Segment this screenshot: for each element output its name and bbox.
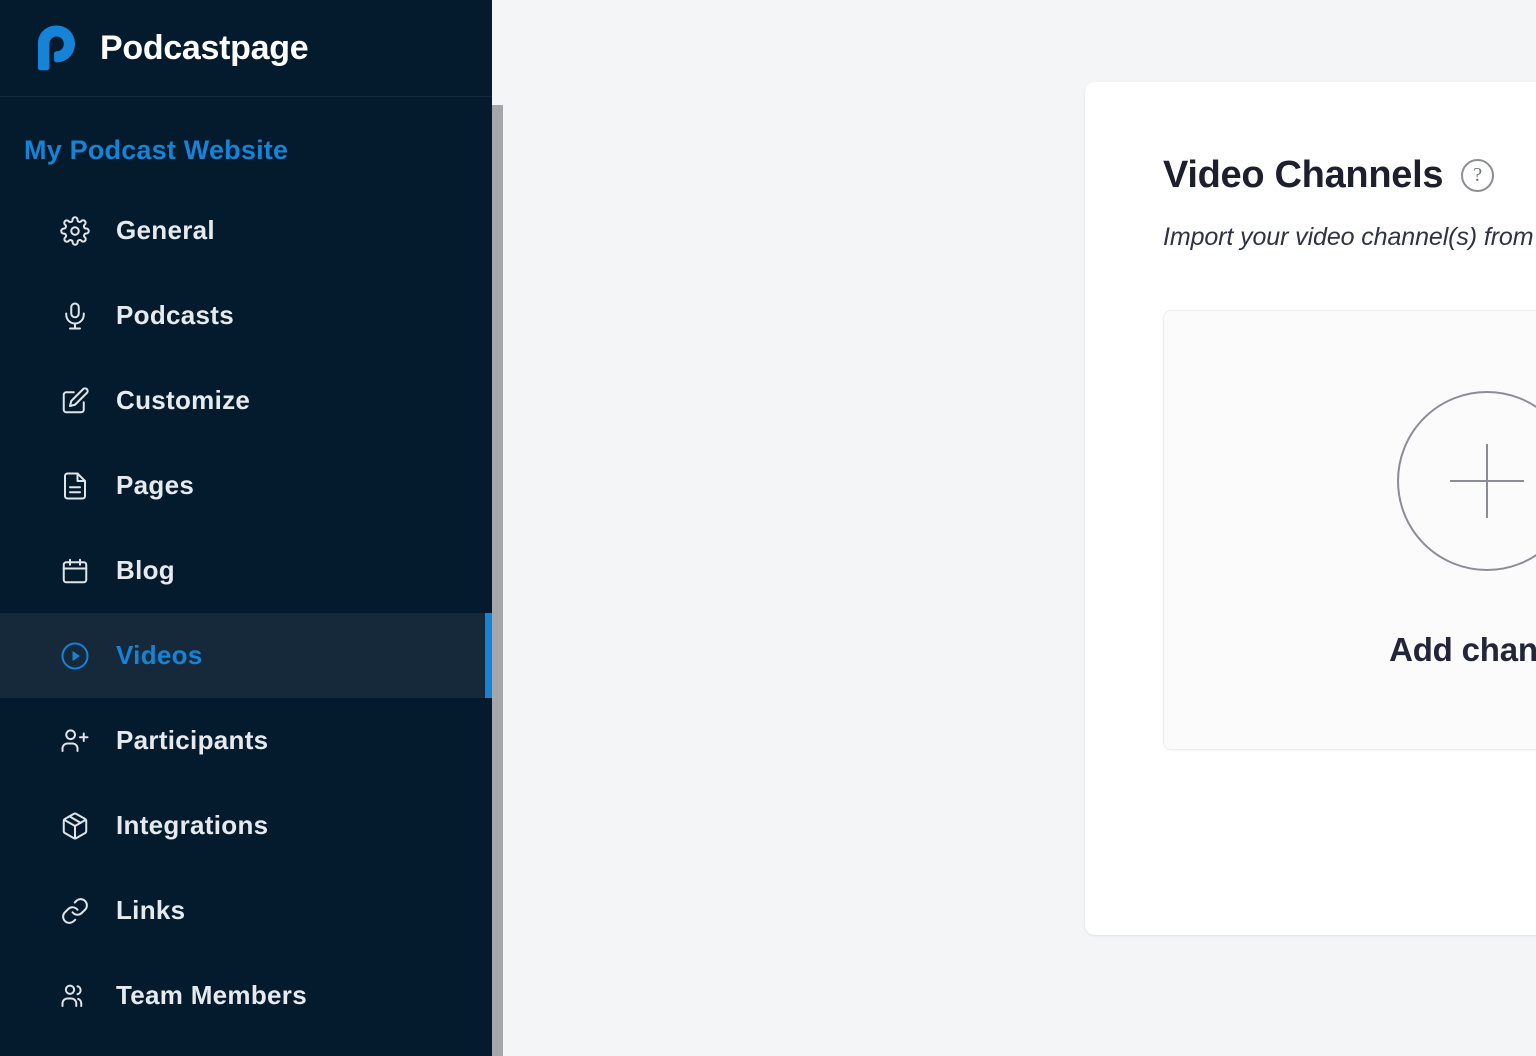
podcastpage-logo-icon <box>30 22 82 74</box>
brand-name: Podcastpage <box>100 29 308 68</box>
sidebar-scrollbar-thumb[interactable] <box>492 105 503 1056</box>
document-icon <box>58 469 92 503</box>
panel-header: Video Channels ? <box>1163 154 1536 197</box>
page-subtitle: Import your video channel(s) from YouTub… <box>1163 223 1536 252</box>
help-icon[interactable]: ? <box>1461 159 1494 192</box>
sidebar-item-label: Integrations <box>116 810 268 841</box>
sidebar-item-general[interactable]: General <box>0 188 492 273</box>
add-channel-card[interactable]: Add channel <box>1163 310 1536 750</box>
site-title[interactable]: My Podcast Website <box>0 97 492 188</box>
sidebar-item-participants[interactable]: Participants <box>0 698 492 783</box>
sidebar-item-label: General <box>116 215 215 246</box>
page-title: Video Channels <box>1163 154 1443 197</box>
video-channels-panel: Video Channels ? Import your video chann… <box>1085 82 1536 935</box>
brand-header[interactable]: Podcastpage <box>0 0 492 97</box>
sidebar-item-label: Blog <box>116 555 175 586</box>
sidebar-item-label: Team Members <box>116 980 307 1011</box>
sidebar-item-label: Customize <box>116 385 250 416</box>
play-circle-icon <box>58 639 92 673</box>
edit-square-icon <box>58 384 92 418</box>
sidebar-item-label: Videos <box>116 640 203 671</box>
sidebar-item-podcasts[interactable]: Podcasts <box>0 273 492 358</box>
sidebar-item-integrations[interactable]: Integrations <box>0 783 492 868</box>
sidebar-item-blog[interactable]: Blog <box>0 528 492 613</box>
sidebar-nav: General Podcasts <box>0 188 492 1038</box>
sidebar-scrollbar[interactable] <box>492 105 505 1056</box>
package-icon <box>58 809 92 843</box>
app-root: Podcastpage My Podcast Website General <box>0 0 1536 1056</box>
link-icon <box>58 894 92 928</box>
sidebar-item-label: Links <box>116 895 185 926</box>
main-content: Video Channels ? Import your video chann… <box>492 0 1536 1056</box>
plus-circle-icon <box>1397 391 1536 571</box>
users-icon <box>58 979 92 1013</box>
sidebar-item-customize[interactable]: Customize <box>0 358 492 443</box>
sidebar-item-label: Pages <box>116 470 194 501</box>
sidebar-item-pages[interactable]: Pages <box>0 443 492 528</box>
calendar-icon <box>58 554 92 588</box>
sidebar-item-label: Participants <box>116 725 268 756</box>
microphone-icon <box>58 299 92 333</box>
sidebar-item-label: Podcasts <box>116 300 234 331</box>
sidebar-item-team-members[interactable]: Team Members <box>0 953 492 1038</box>
sidebar-item-links[interactable]: Links <box>0 868 492 953</box>
add-channel-label: Add channel <box>1389 631 1536 669</box>
sidebar: Podcastpage My Podcast Website General <box>0 0 492 1056</box>
gear-icon <box>58 214 92 248</box>
sidebar-item-videos[interactable]: Videos <box>0 613 492 698</box>
user-plus-icon <box>58 724 92 758</box>
